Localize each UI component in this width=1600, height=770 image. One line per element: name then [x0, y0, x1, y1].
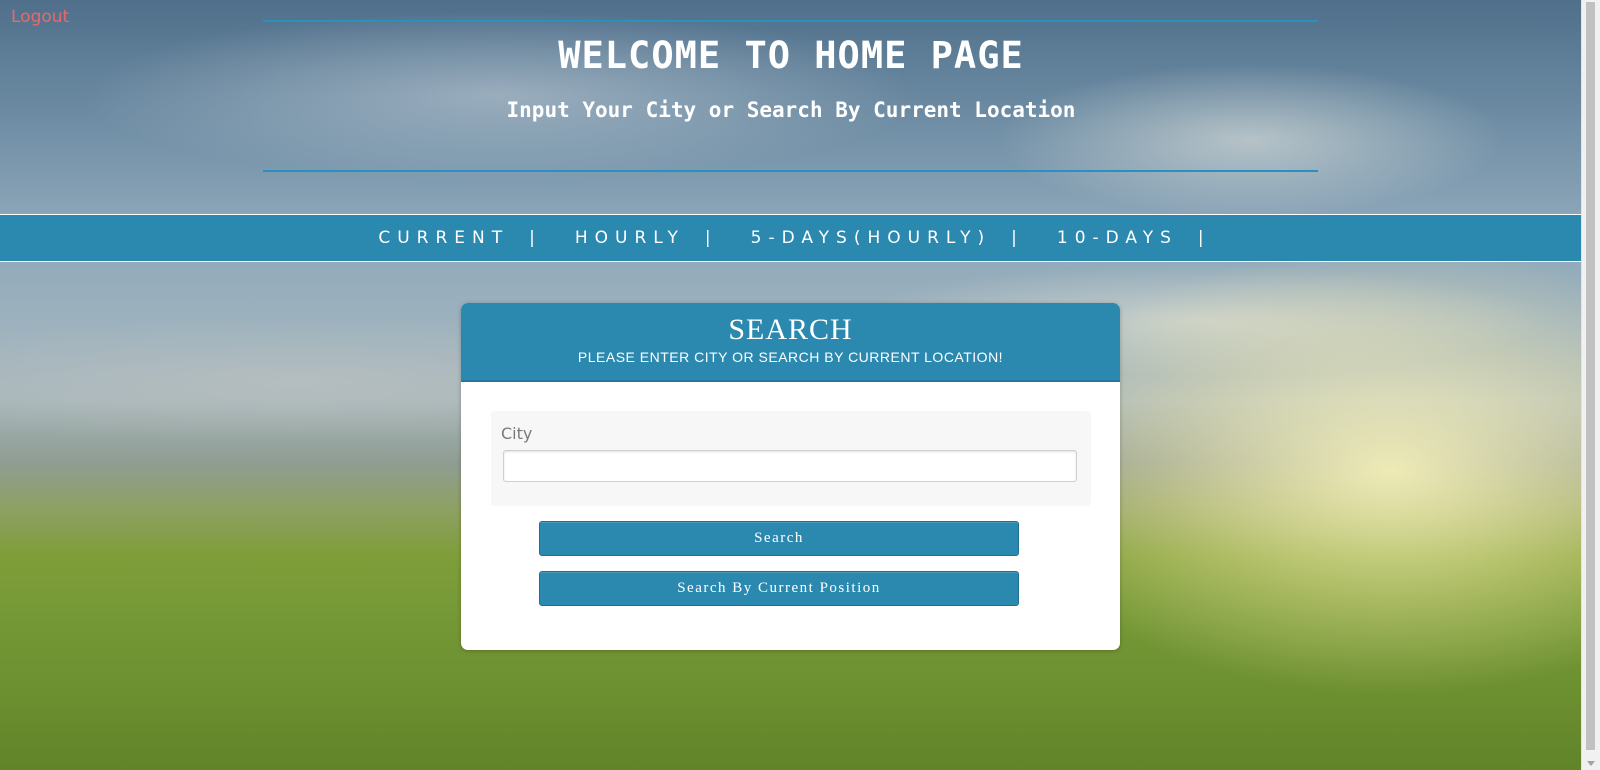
nav-item-current[interactable]: CURRENT — [378, 228, 509, 248]
nav-separator: | — [1011, 228, 1017, 248]
nav-item-10-days[interactable]: 10-DAYS — [1057, 228, 1178, 248]
scrollbar-thumb[interactable] — [1586, 2, 1595, 750]
scroll-down-arrow-icon[interactable] — [1587, 761, 1595, 766]
page-subtitle: Input Your City or Search By Current Loc… — [506, 98, 1076, 122]
search-card-title: SEARCH — [728, 313, 853, 346]
nav-separator: | — [704, 228, 711, 248]
search-card-header: SEARCH PLEASE ENTER CITY OR SEARCH BY CU… — [461, 303, 1120, 382]
search-button[interactable]: Search — [539, 521, 1019, 556]
search-card: SEARCH PLEASE ENTER CITY OR SEARCH BY CU… — [461, 303, 1120, 650]
header-bottom-rule — [263, 170, 1318, 172]
nav-separator: | — [1197, 228, 1204, 248]
header-top-rule — [263, 20, 1318, 22]
nav-item-5-days-hourly[interactable]: 5-DAYS(HOURLY) — [751, 228, 992, 248]
city-label: City — [501, 424, 533, 443]
nav-separator: | — [529, 228, 535, 248]
page-title: WELCOME TO HOME PAGE — [558, 34, 1024, 77]
logout-link[interactable]: Logout — [11, 7, 69, 27]
nav-bar: CURRENT | HOURLY | 5-DAYS(HOURLY) | 10-D… — [0, 214, 1582, 262]
city-field-group: City — [491, 411, 1091, 506]
vertical-scrollbar[interactable] — [1581, 0, 1600, 770]
search-card-subtitle: PLEASE ENTER CITY OR SEARCH BY CURRENT L… — [577, 349, 1004, 365]
page: Logout WELCOME TO HOME PAGE Input Your C… — [0, 0, 1600, 770]
nav-list: CURRENT | HOURLY | 5-DAYS(HOURLY) | 10-D… — [378, 228, 1243, 248]
search-by-position-button[interactable]: Search By Current Position — [539, 571, 1019, 606]
nav-item-hourly[interactable]: HOURLY — [575, 228, 685, 248]
city-input[interactable] — [503, 450, 1077, 482]
